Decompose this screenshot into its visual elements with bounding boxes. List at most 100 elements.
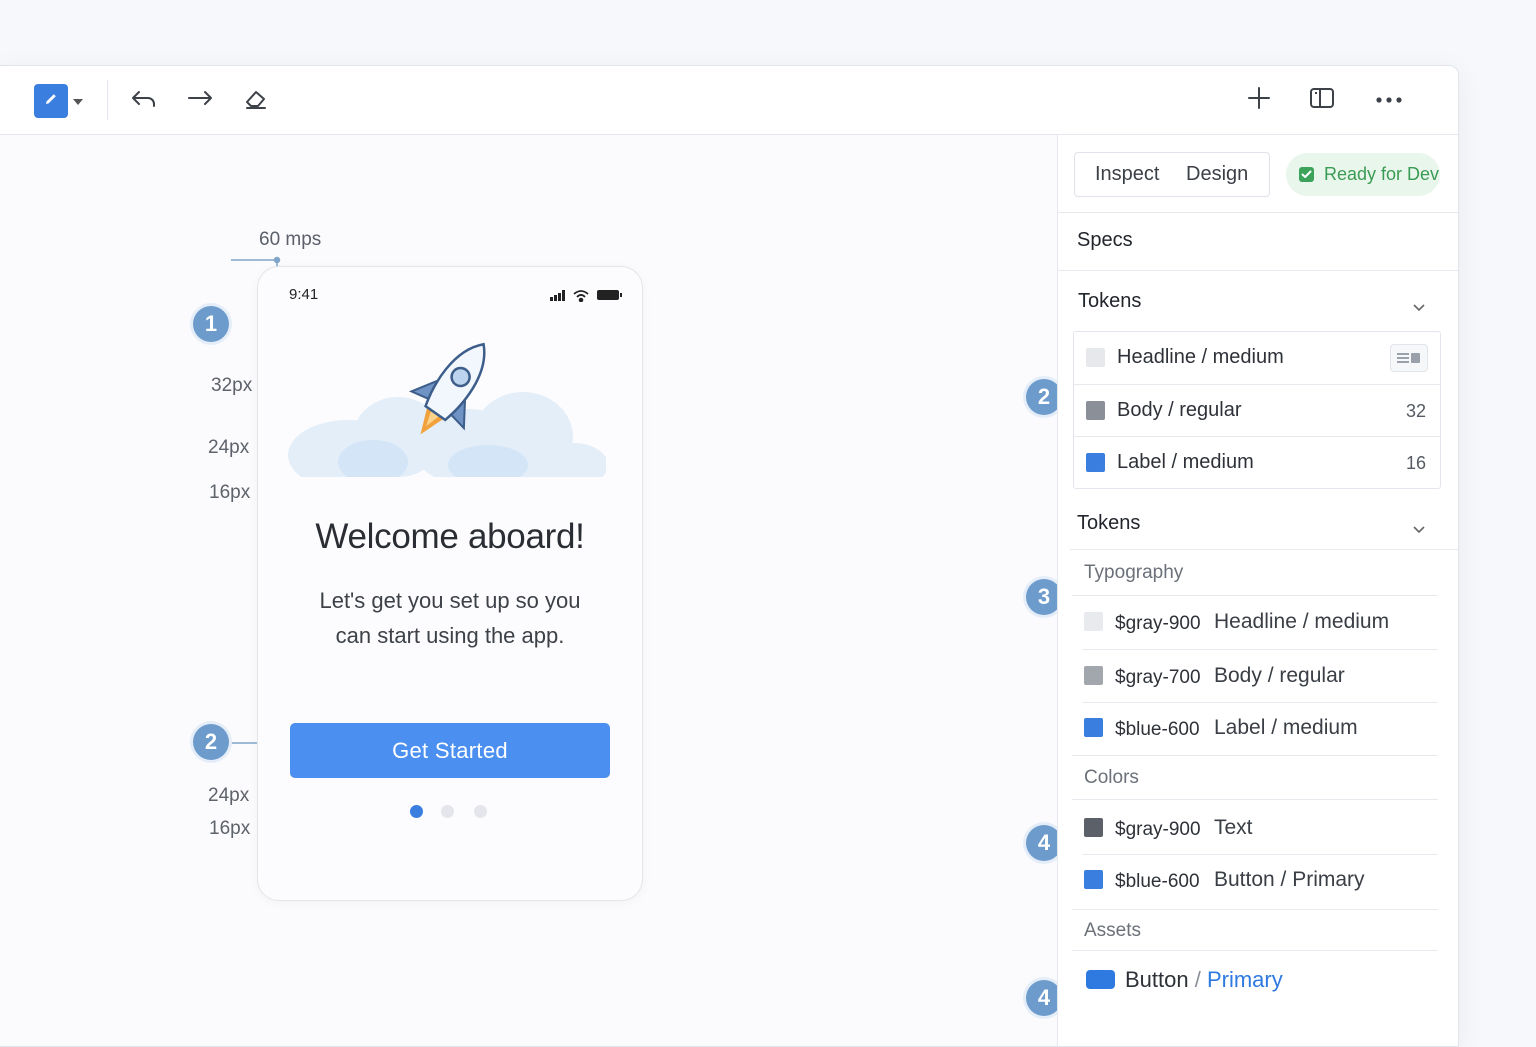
welcome-title: Welcome aboard!	[315, 517, 585, 556]
battery-icon	[597, 290, 622, 300]
typography-row-body[interactable]: $gray-700 Body / regular	[1084, 651, 1440, 703]
phone-frame[interactable]: 9:41 Welcome aboard! Let's get you set u…	[257, 266, 643, 901]
divider	[1072, 950, 1438, 951]
token-variable: $blue-600	[1115, 871, 1200, 892]
token-name: Label / medium	[1117, 451, 1254, 473]
token-variable: $gray-900	[1115, 819, 1201, 840]
annotation-badge-1[interactable]: 1	[193, 306, 229, 342]
token-variable: $gray-700	[1115, 667, 1201, 688]
design-tool-window: 60 mps 1 32px 24px 16px 2 24px 16px 9:41	[0, 65, 1459, 1047]
annotation-badge-2[interactable]: 2	[193, 724, 229, 760]
specs-title: Specs	[1077, 229, 1133, 251]
tokens-section-title-2[interactable]: Tokens	[1077, 512, 1140, 535]
caret-down-icon	[73, 92, 83, 110]
token-variable: $gray-900	[1115, 613, 1201, 634]
divider	[1058, 212, 1458, 213]
signal-icon	[550, 290, 565, 301]
token-row-headline[interactable]: Headline / medium	[1074, 332, 1440, 384]
token-row-label[interactable]: Label / medium 16	[1074, 437, 1440, 489]
undo-icon	[130, 89, 158, 114]
color-row-text[interactable]: $gray-900 Text	[1084, 803, 1440, 855]
divider	[1072, 595, 1438, 596]
more-options-button[interactable]	[1371, 84, 1407, 116]
status-time: 9:41	[289, 286, 319, 303]
measure-label-32: 32px	[211, 375, 253, 396]
typography-row-headline[interactable]: $gray-900 Headline / medium	[1084, 597, 1440, 649]
token-row-body[interactable]: Body / regular 32	[1074, 385, 1440, 437]
divider	[1072, 799, 1438, 800]
welcome-subtitle: Let's get you set up so you can start us…	[288, 583, 612, 653]
wifi-icon	[573, 290, 589, 303]
measure-label-16-bottom: 16px	[209, 818, 251, 839]
panel-toggle-button[interactable]	[1305, 84, 1339, 116]
measure-label-16: 16px	[209, 482, 251, 503]
tab-design[interactable]: Design	[1186, 163, 1248, 186]
status-icons	[550, 288, 622, 303]
color-row-button-primary[interactable]: $blue-600 Button / Primary	[1084, 855, 1440, 907]
status-label: Ready for Dev	[1324, 164, 1440, 184]
fps-label: 60 mps	[259, 229, 322, 250]
colors-label: Colors	[1084, 767, 1139, 788]
page-dot-1[interactable]	[410, 805, 423, 818]
undo-button[interactable]	[127, 86, 161, 116]
more-icon	[1375, 91, 1403, 109]
plus-icon	[1247, 86, 1271, 115]
inspect-design-tabs: Inspect Design	[1074, 152, 1270, 197]
welcome-subtitle-line-2: can start using the app.	[335, 623, 565, 648]
token-name: Headline / medium	[1214, 610, 1390, 633]
eraser-icon	[243, 87, 269, 116]
token-name: Body / regular	[1214, 664, 1345, 687]
pen-tool-button[interactable]	[34, 84, 68, 118]
design-canvas[interactable]: 60 mps 1 32px 24px 16px 2 24px 16px 9:41	[0, 135, 1062, 1046]
assets-label: Assets	[1084, 920, 1142, 941]
page-indicator	[258, 805, 642, 819]
token-value: 16	[1405, 453, 1426, 473]
tab-inspect[interactable]: Inspect	[1095, 163, 1159, 186]
button-asset-thumbnail	[1086, 970, 1115, 989]
inspector-panel: Inspect Design Ready for Dev Specs Token…	[1057, 135, 1458, 1046]
redo-button[interactable]	[183, 86, 217, 116]
asset-base-name: Button	[1125, 967, 1189, 992]
chevron-down-icon[interactable]	[1412, 522, 1426, 534]
page-dot-2[interactable]	[441, 805, 454, 818]
token-name: Button / Primary	[1214, 868, 1365, 891]
add-button[interactable]	[1242, 84, 1276, 116]
typography-row-label[interactable]: $blue-600 Label / medium	[1084, 703, 1440, 755]
check-icon	[1299, 167, 1314, 182]
token-name: Headline / medium	[1117, 346, 1284, 368]
swatch	[1084, 818, 1103, 837]
token-variable: $blue-600	[1115, 719, 1200, 740]
swatch	[1084, 666, 1103, 685]
measure-label-24-bottom: 24px	[208, 785, 250, 806]
get-started-button[interactable]: Get Started	[290, 723, 610, 778]
pencil-icon	[43, 91, 59, 112]
token-name: Body / regular	[1117, 399, 1242, 421]
ready-for-dev-status[interactable]: Ready for Dev	[1286, 153, 1440, 196]
asset-row-button[interactable]: Button / Primary	[1086, 967, 1446, 1007]
token-value: 32	[1405, 401, 1426, 421]
divider	[1072, 755, 1438, 756]
divider	[1070, 549, 1458, 550]
swatch	[1086, 348, 1105, 367]
tokens-section-title[interactable]: Tokens	[1078, 290, 1141, 313]
asset-name: Button / Primary	[1125, 967, 1283, 993]
chevron-down-icon[interactable]	[1412, 300, 1426, 312]
swatch	[1086, 401, 1105, 420]
rocket-illustration	[288, 327, 608, 490]
swatch	[1084, 612, 1103, 631]
tool-dropdown-button[interactable]	[71, 92, 85, 110]
divider	[1082, 649, 1438, 650]
text-style-icon[interactable]	[1390, 344, 1428, 372]
swatch	[1084, 718, 1103, 737]
token-name: Label / medium	[1214, 716, 1358, 739]
token-name: Text	[1214, 816, 1253, 839]
toolbar-divider	[107, 80, 108, 120]
asset-separator: /	[1188, 967, 1207, 992]
asset-variant-link[interactable]: Primary	[1207, 967, 1283, 992]
eraser-button[interactable]	[239, 86, 273, 116]
tokens-list: Headline / medium Body / regular 32 Labe…	[1073, 331, 1441, 489]
typography-label: Typography	[1084, 562, 1184, 583]
swatch	[1086, 453, 1105, 472]
page-dot-3[interactable]	[474, 805, 487, 818]
divider	[1072, 909, 1438, 910]
